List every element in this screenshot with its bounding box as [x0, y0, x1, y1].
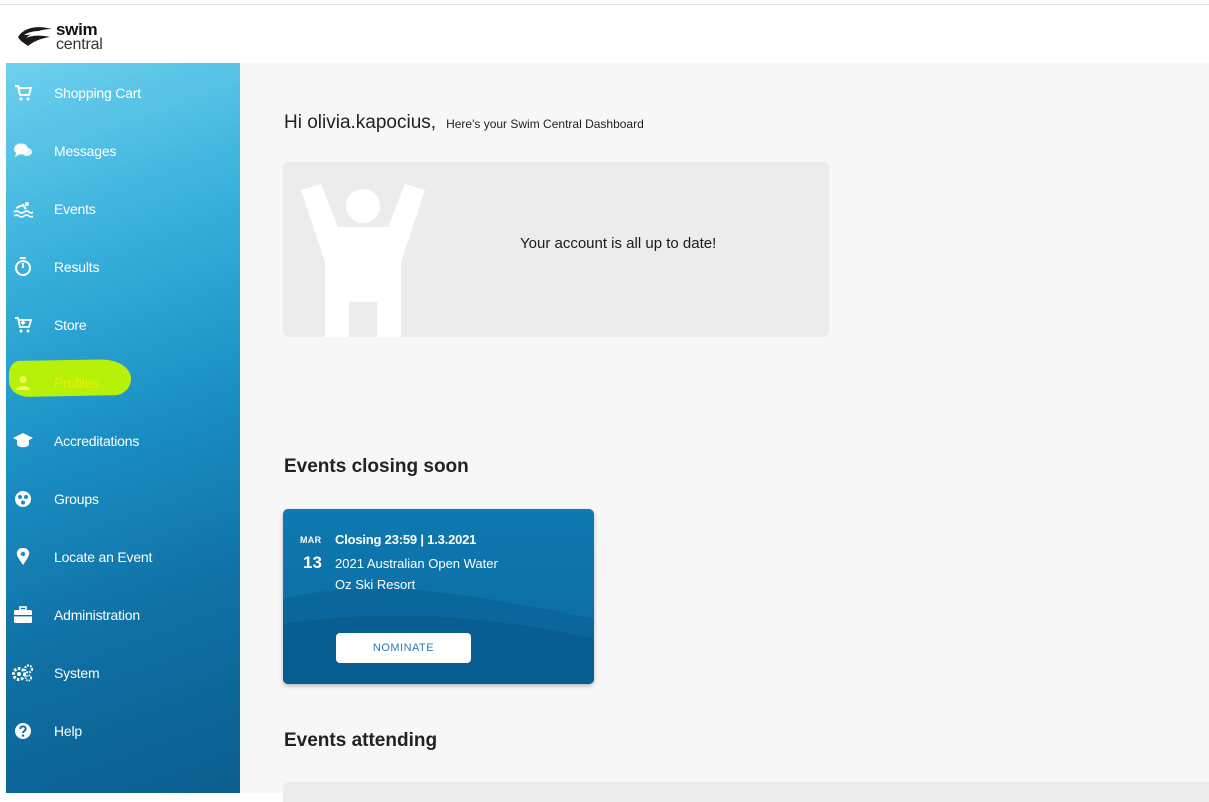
app-header: swim central — [0, 5, 1209, 63]
events-closing-heading: Events closing soon — [284, 456, 469, 477]
swimmer-icon — [12, 198, 34, 220]
sidebar-item-label: Results — [54, 259, 100, 275]
swim-central-swoosh-icon — [18, 27, 52, 46]
sidebar-item-messages[interactable]: Messages — [6, 131, 240, 171]
card-wave-decoration — [283, 588, 594, 684]
event-day: 13 — [303, 553, 322, 572]
account-status-message: Your account is all up to date! — [520, 235, 717, 252]
sidebar-item-system[interactable]: System — [6, 653, 240, 693]
sidebar-item-help[interactable]: Help — [6, 711, 240, 751]
sidebar-item-label: Events — [54, 201, 96, 217]
events-attending-heading: Events attending — [284, 730, 438, 751]
briefcase-icon — [12, 604, 34, 626]
sidebar-item-label: Help — [54, 723, 82, 739]
sidebar-item-label: Store — [54, 317, 87, 333]
sidebar-item-administration[interactable]: Administration — [6, 595, 240, 635]
sidebar-item-store[interactable]: Store — [6, 305, 240, 345]
sidebar-item-profiles[interactable]: Profiles — [6, 363, 240, 403]
sidebar-item-label: Locate an Event — [54, 549, 153, 565]
event-venue: Oz Ski Resort — [335, 577, 416, 592]
sidebar-item-label: Messages — [54, 143, 117, 159]
event-card[interactable]: MAR 13 Closing 23:59 | 1.3.2021 2021 Aus… — [283, 509, 594, 684]
store-cart-icon — [12, 314, 34, 336]
event-closing-time: Closing 23:59 | 1.3.2021 — [335, 532, 477, 547]
chat-bubbles-icon — [12, 140, 34, 162]
gears-icon — [12, 662, 34, 684]
sidebar-item-groups[interactable]: Groups — [6, 479, 240, 519]
greeting-title: Hi olivia.kapocius, — [284, 112, 437, 133]
logo-word-central: central — [56, 36, 103, 53]
sidebar-item-locate-an-event[interactable]: Locate an Event — [6, 537, 240, 577]
events-attending-panel — [283, 782, 1209, 802]
sidebar-item-label: Accreditations — [54, 433, 140, 449]
sidebar-item-results[interactable]: Results — [6, 247, 240, 287]
graduation-cap-icon — [12, 430, 34, 452]
question-icon — [12, 720, 34, 742]
dashboard-main: Hi olivia.kapocius, Here's your Swim Cen… — [240, 63, 1209, 802]
swim-central-logo[interactable]: swim central — [16, 17, 136, 57]
sidebar-item-label: Groups — [54, 491, 99, 507]
sidebar-nav: Shopping Cart Messages Events Results St… — [6, 63, 240, 793]
greeting-subtitle: Here's your Swim Central Dashboard — [446, 117, 644, 131]
event-name: 2021 Australian Open Water — [335, 556, 498, 571]
sidebar-item-label: Shopping Cart — [54, 85, 141, 101]
sidebar-item-label: Profiles — [54, 375, 100, 391]
sidebar-item-label: System — [54, 665, 100, 681]
account-status-panel: Your account is all up to date! — [283, 162, 829, 337]
group-icon — [12, 488, 34, 510]
person-icon — [12, 372, 34, 394]
sidebar-item-events[interactable]: Events — [6, 189, 240, 229]
stopwatch-icon — [12, 256, 34, 278]
sidebar-item-label: Administration — [54, 607, 140, 623]
event-month: MAR — [300, 535, 322, 545]
sidebar-item-accreditations[interactable]: Accreditations — [6, 421, 240, 461]
greeting: Hi olivia.kapocius, Here's your Swim Cen… — [284, 112, 644, 134]
nominate-button[interactable]: NOMINATE — [336, 633, 471, 663]
celebrating-person-icon — [301, 184, 425, 337]
sidebar-item-shopping-cart[interactable]: Shopping Cart — [6, 73, 240, 113]
shopping-cart-icon — [12, 82, 34, 104]
map-pin-icon — [12, 546, 34, 568]
